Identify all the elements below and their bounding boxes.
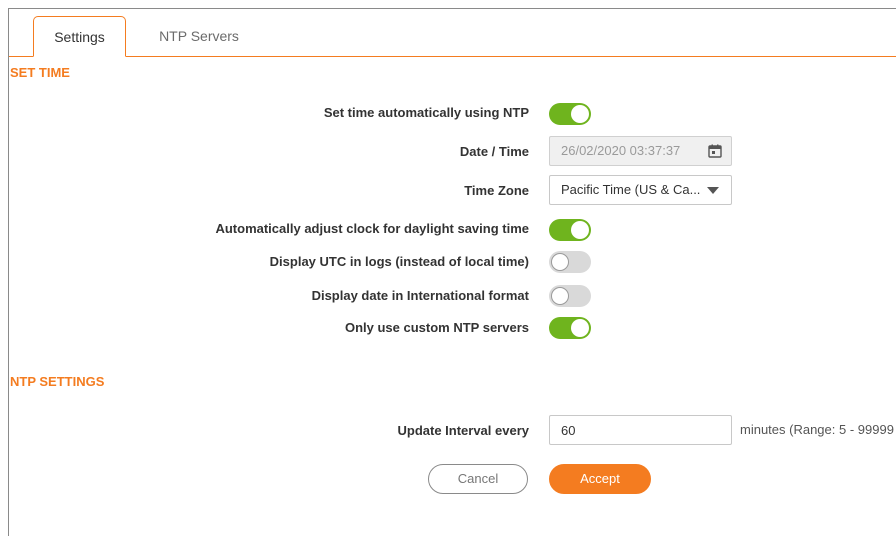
dst-toggle[interactable]	[549, 219, 591, 241]
datetime-field: 26/02/2020 03:37:37	[549, 136, 732, 166]
timezone-select[interactable]: Pacific Time (US & Ca...	[549, 175, 732, 205]
content-frame	[8, 8, 896, 536]
tab-bar: Settings NTP Servers	[9, 16, 896, 57]
tab-settings[interactable]: Settings	[33, 16, 126, 57]
dst-label: Automatically adjust clock for daylight …	[215, 221, 529, 236]
chevron-down-icon	[707, 187, 719, 194]
accept-button[interactable]: Accept	[549, 464, 651, 494]
section-header-ntp-settings: NTP SETTINGS	[10, 374, 105, 389]
timezone-value: Pacific Time (US & Ca...	[561, 182, 701, 197]
update-interval-hint: minutes (Range: 5 - 99999	[740, 422, 894, 437]
utc-logs-label: Display UTC in logs (instead of local ti…	[269, 254, 529, 269]
intl-date-toggle[interactable]	[549, 285, 591, 307]
intl-date-label: Display date in International format	[311, 288, 529, 303]
auto-ntp-label: Set time automatically using NTP	[323, 105, 529, 120]
datetime-value: 26/02/2020 03:37:37	[561, 143, 681, 158]
toggle-knob	[571, 221, 589, 239]
utc-logs-toggle[interactable]	[549, 251, 591, 273]
toggle-knob	[571, 319, 589, 337]
update-interval-label: Update Interval every	[397, 423, 529, 438]
toggle-knob	[571, 105, 589, 123]
custom-ntp-label: Only use custom NTP servers	[344, 320, 529, 335]
tab-ntp-servers[interactable]: NTP Servers	[139, 16, 259, 57]
calendar-icon[interactable]	[708, 144, 722, 158]
timezone-label: Time Zone	[464, 183, 529, 198]
datetime-label: Date / Time	[459, 144, 529, 159]
update-interval-input[interactable]	[549, 415, 732, 445]
auto-ntp-toggle[interactable]	[549, 103, 591, 125]
toggle-knob	[551, 253, 569, 271]
cancel-button[interactable]: Cancel	[428, 464, 528, 494]
custom-ntp-toggle[interactable]	[549, 317, 591, 339]
toggle-knob	[551, 287, 569, 305]
section-header-set-time: SET TIME	[10, 65, 70, 80]
